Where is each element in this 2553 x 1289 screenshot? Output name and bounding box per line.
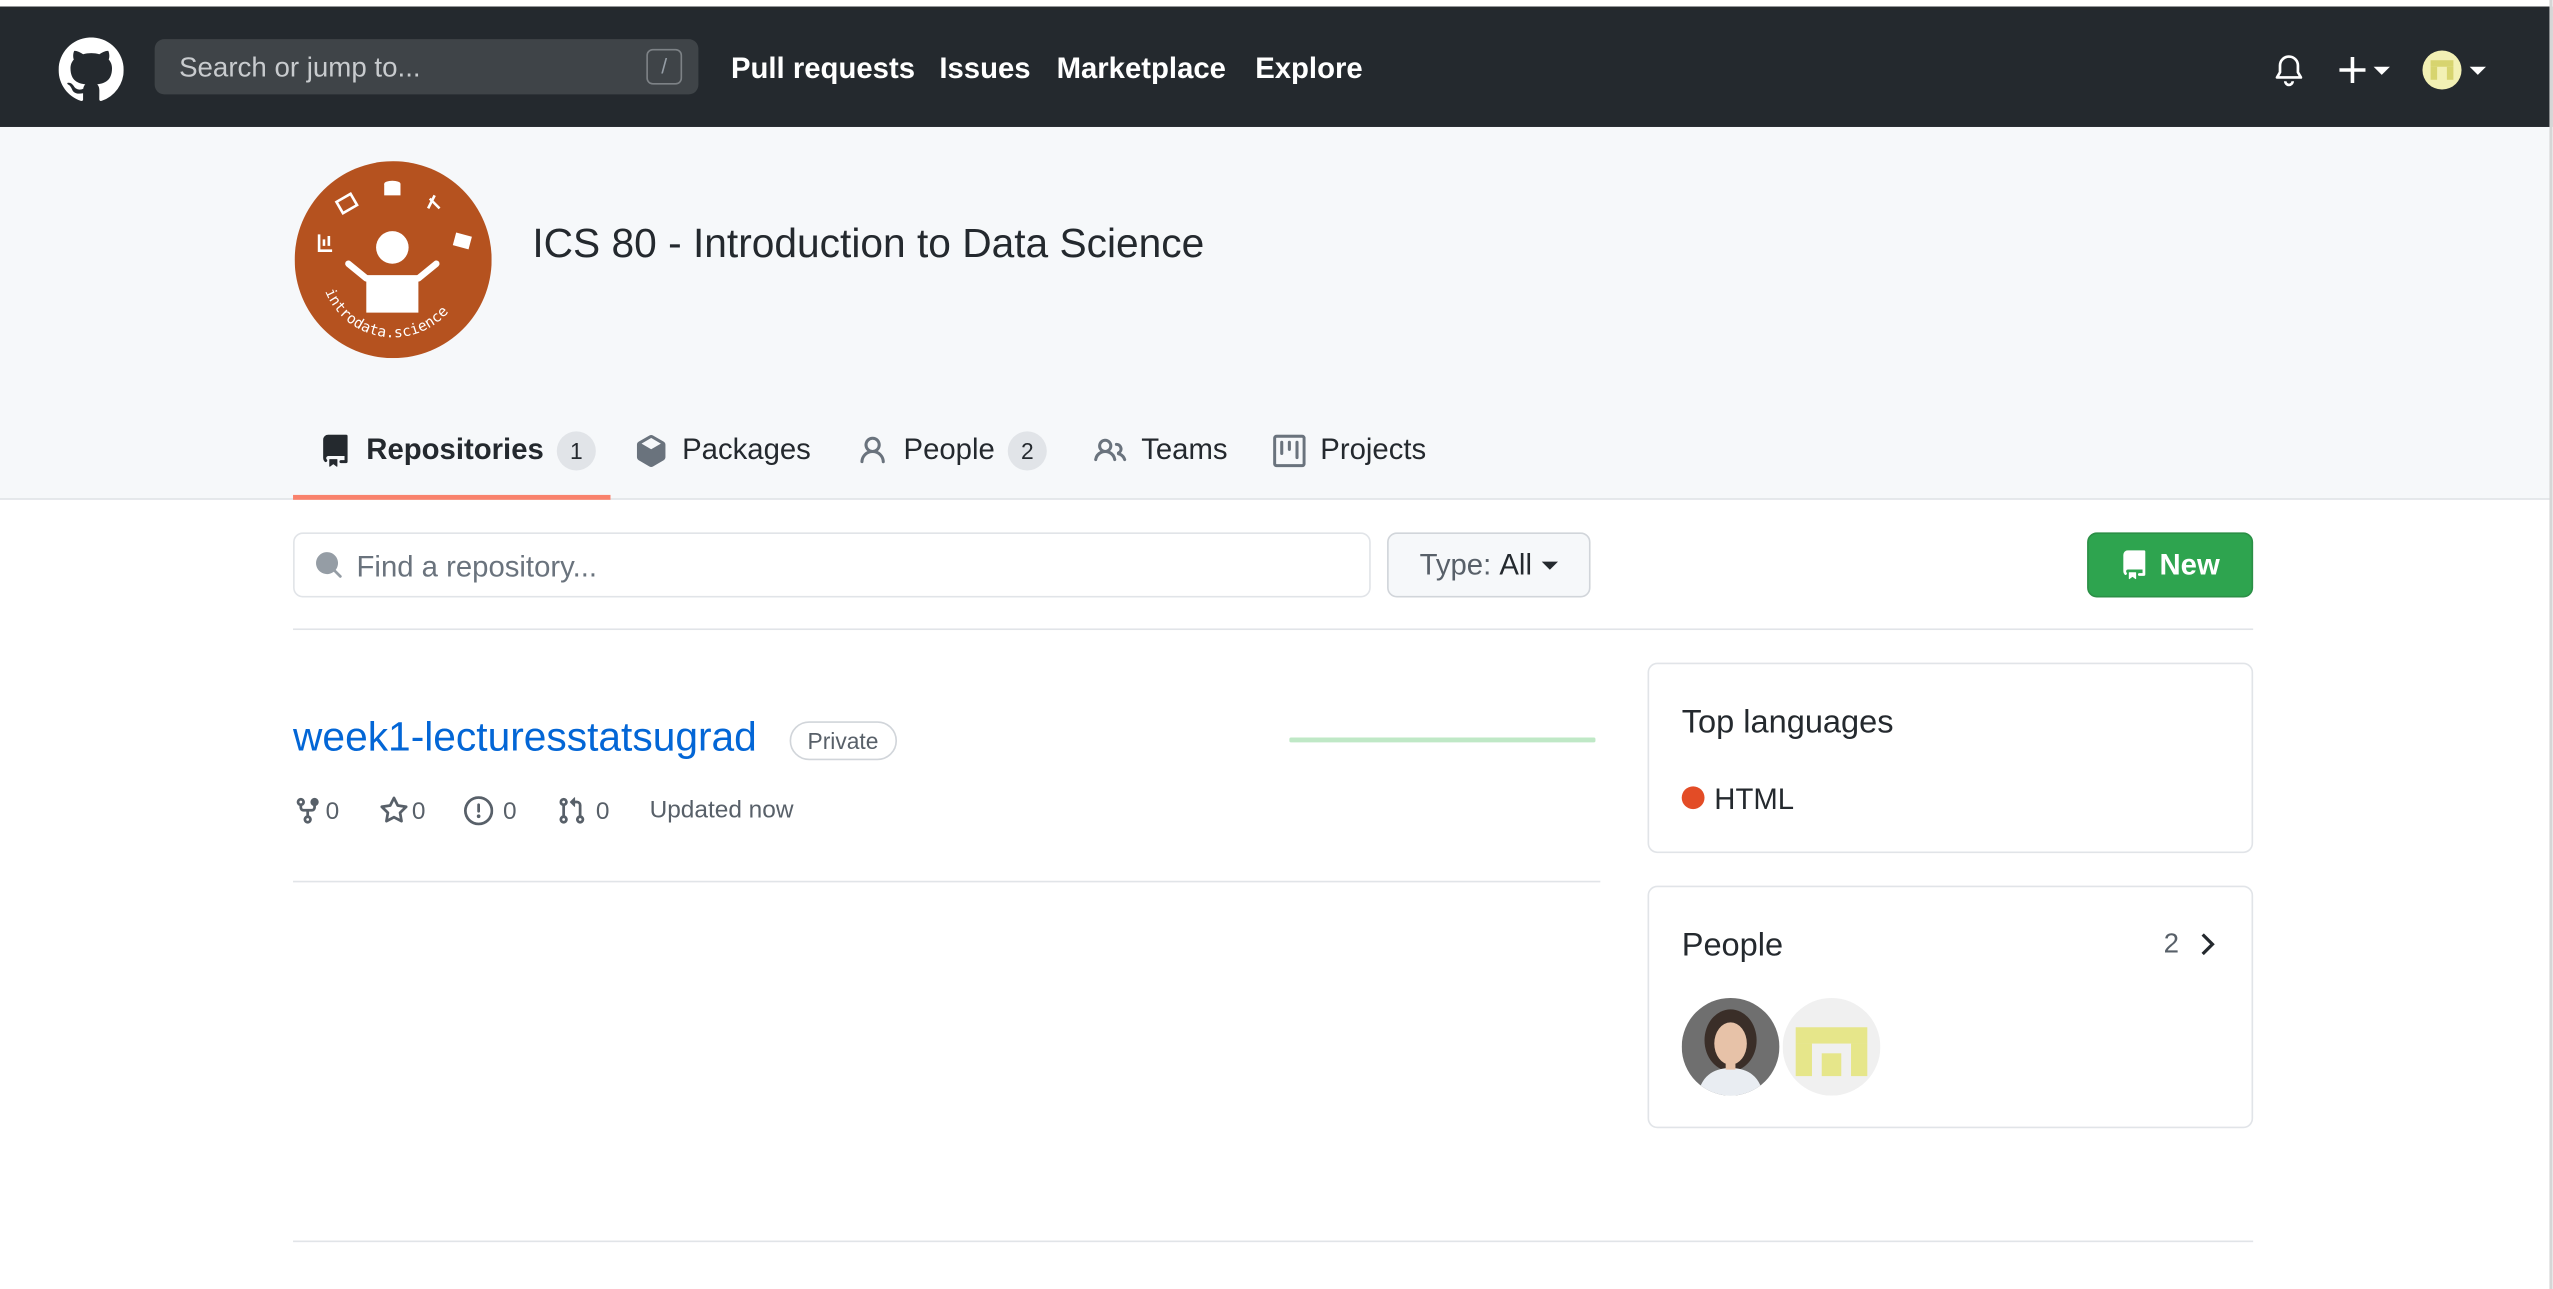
people-box: People 2 [1647,885,2254,1129]
people-icon [1094,438,1127,462]
type-filter-dropdown[interactable]: Type: All [1387,532,1591,598]
search-icon [316,552,342,578]
caret-down-icon [1541,560,1559,569]
new-button-label: New [2159,547,2220,581]
org-header: introdata.science ICS 80 - Introduction … [0,126,2553,500]
tab-people-count: 2 [1007,431,1047,471]
package-icon [636,434,666,467]
page: Search or jump to... / Pull requests Iss… [0,0,2553,1289]
footer-divider [293,1240,2254,1243]
type-filter-label: Type: [1419,547,1492,581]
tab-teams-label: Teams [1141,433,1228,466]
repo-forks-count: 0 [325,796,340,825]
divider [293,628,2254,631]
org-name: ICS 80 - Introduction to Data Science [532,221,1205,267]
tab-projects-label: Projects [1320,433,1427,466]
repo-visibility-badge: Private [789,721,897,761]
fork-icon [296,797,319,824]
repo-forks[interactable]: 0 [293,796,339,825]
language-name[interactable]: HTML [1714,783,1794,817]
user-avatar-menu[interactable] [2422,49,2487,91]
top-languages-title: Top languages [1681,704,1894,741]
repo-updated: Updated now [649,796,794,824]
repo-stars[interactable]: 0 [379,796,425,825]
divider [293,880,1601,883]
org-avatar-logo: introdata.science [294,161,492,359]
person-icon [860,436,885,464]
tab-repositories-label: Repositories [366,433,544,466]
repo-issues[interactable]: 0 [463,796,517,826]
global-header: Search or jump to... / Pull requests Iss… [0,6,2553,127]
find-repository-input[interactable] [353,540,1337,593]
nav-pull-requests[interactable]: Pull requests [731,52,915,86]
tab-people-label: People [903,433,995,466]
nav-issues[interactable]: Issues [939,52,1030,86]
repo-icon [2124,550,2147,580]
new-repository-button[interactable]: New [2087,532,2254,598]
repo-pull-requests[interactable]: 0 [557,796,610,825]
find-repository [293,532,1371,598]
tab-repositories[interactable]: Repositories 1 [293,420,611,500]
create-new-plus-icon[interactable] [2338,52,2397,88]
repo-activity-sparkline [1289,737,1596,743]
repo-issues-count: 0 [503,796,517,825]
chevron-right-icon[interactable] [2196,930,2219,959]
language-color-dot [1681,786,1705,810]
repo-pull-requests-count: 0 [595,796,610,825]
repo-icon [323,434,348,467]
tab-teams[interactable]: Teams [1094,420,1228,500]
nav-explore[interactable]: Explore [1255,52,1362,86]
github-logo-icon[interactable] [58,37,124,102]
nav-marketplace[interactable]: Marketplace [1057,52,1226,86]
window-edge [2549,0,2553,1289]
tab-repositories-count: 1 [556,431,596,471]
notifications-bell-icon[interactable] [2271,52,2307,88]
search-placeholder: Search or jump to... [179,52,421,84]
top-languages-box: Top languages HTML [1647,662,2254,854]
type-filter-value: All [1499,547,1532,581]
repo-stars-count: 0 [411,796,426,825]
repo-link[interactable]: week1-lecturesstatsugrad [293,715,757,762]
star-icon [380,796,408,823]
global-search-input[interactable]: Search or jump to... / [154,39,699,95]
project-icon [1273,434,1306,468]
tab-packages[interactable]: Packages [635,420,811,500]
search-shortcut-key: / [646,48,683,85]
people-box-title[interactable]: People [1682,928,1783,965]
people-count[interactable]: 2 [2164,928,2179,961]
issue-icon [463,796,494,826]
tab-packages-label: Packages [682,433,811,466]
member-avatar[interactable] [1681,997,1780,1096]
member-avatar[interactable] [1782,997,1881,1096]
tab-projects[interactable]: Projects [1273,420,1426,500]
tab-people[interactable]: People 2 [856,420,1047,500]
pull-request-icon [559,797,585,824]
